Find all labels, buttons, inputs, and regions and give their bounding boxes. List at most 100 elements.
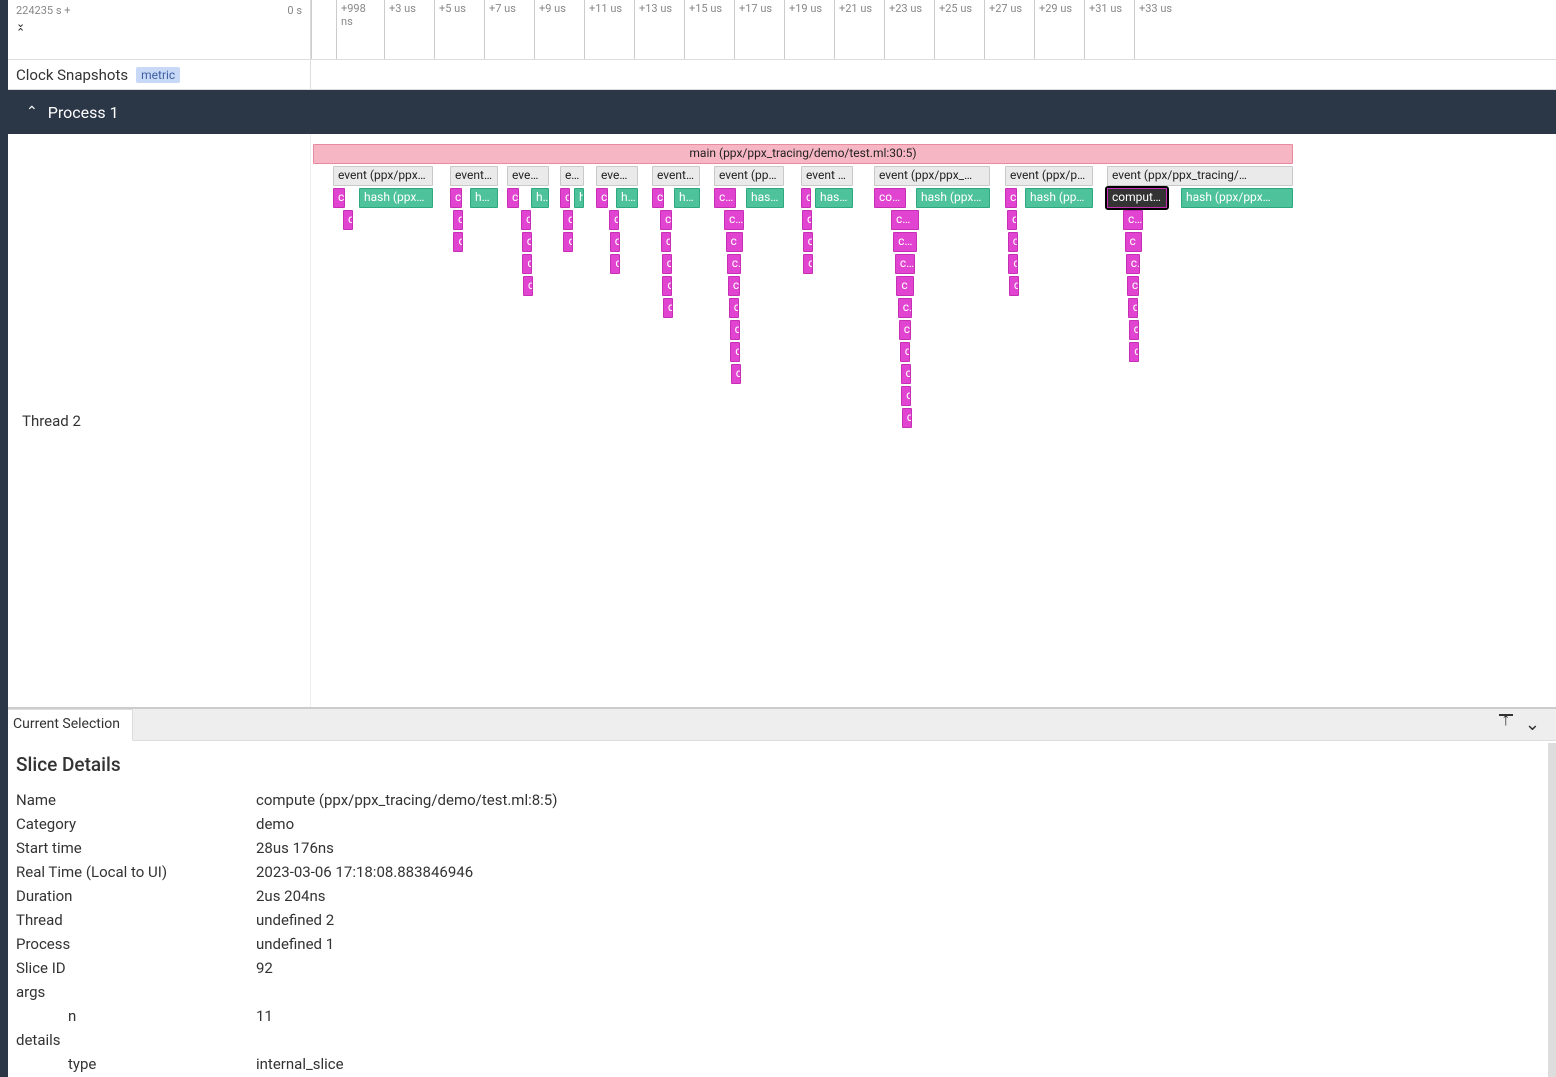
hash-span[interactable]: h [574,188,584,208]
compute-span[interactable]: c [1005,188,1017,208]
compute-span[interactable]: c [610,232,620,252]
compute-span[interactable]: c [523,276,533,296]
hash-span[interactable]: hash (ppx/… [1025,188,1093,208]
compute-span[interactable]: c [1128,298,1138,318]
hash-span[interactable]: h… [531,188,549,208]
compute-span[interactable]: c [609,210,619,230]
event-span[interactable]: event (ppx/ppx… [333,166,433,186]
clock-snapshots-row[interactable]: Clock Snapshots metric [8,60,1556,90]
timeline-ruler[interactable]: +998 ns+3 us+5 us+7 us+9 us+11 us+13 us+… [311,0,1556,59]
compute-span[interactable]: c [610,254,620,274]
compute-span[interactable]: c [901,386,911,406]
compute-span[interactable]: c [727,254,741,274]
flame-canvas[interactable]: main (ppx/ppx_tracing/demo/test.ml:30:5)… [311,134,1556,707]
detail-sub-value: internal_slice [256,1055,344,1073]
hash-span[interactable]: has… [470,188,498,208]
compute-span[interactable]: c [1129,320,1139,340]
compute-span[interactable]: c [803,232,813,252]
compute-span[interactable]: c [730,320,740,340]
event-span[interactable]: event (pp… [714,166,784,186]
collapse-up-icon[interactable]: ⌃ [16,28,302,37]
compute-span[interactable]: c [899,320,911,340]
compute-span[interactable]: com… [874,188,906,208]
thread-label-cell[interactable]: Thread 2 [8,134,311,707]
detail-value: 28us 176ns [256,839,334,857]
compute-span[interactable]: c [453,232,463,252]
compute-span[interactable]: c [522,254,532,274]
compute-span[interactable]: comput… [1107,188,1167,208]
ruler-tick: +5 us [434,0,484,59]
compute-span[interactable]: c [801,188,811,208]
compute-span[interactable]: c [802,210,812,230]
compute-span[interactable]: c [898,298,913,318]
compute-span[interactable]: c [661,232,671,252]
args-label: args [16,983,256,1001]
compute-span[interactable]: c [563,210,573,230]
event-span[interactable]: event… [507,166,549,186]
event-span[interactable]: eve… [560,166,584,186]
main-span[interactable]: main (ppx/ppx_tracing/demo/test.ml:30:5) [313,144,1293,164]
compute-span[interactable]: c [1008,254,1018,274]
hash-span[interactable]: hash (ppx… [916,188,990,208]
compute-span[interactable]: c [731,364,741,384]
compute-span[interactable]: c [1129,342,1139,362]
compute-span[interactable]: c [896,276,913,296]
compute-span[interactable]: co… [895,254,915,274]
compute-span[interactable]: c [901,364,911,384]
compute-span[interactable]: c… [652,188,664,208]
compute-span[interactable]: c [660,210,672,230]
compute-span[interactable]: c [662,276,672,296]
event-span[interactable]: event … [450,166,498,186]
hash-span[interactable]: ha… [616,188,638,208]
compute-span[interactable]: c… [507,188,519,208]
compute-span[interactable]: c [1008,232,1018,252]
compute-span[interactable]: c [803,254,813,274]
event-span[interactable]: event (ppx/pp… [1005,166,1093,186]
hash-span[interactable]: has… [674,188,700,208]
compute-span[interactable]: c [730,342,740,362]
hash-span[interactable]: hash (ppx… [359,188,433,208]
compute-span[interactable]: c [1127,276,1139,296]
compute-span[interactable]: co… [893,232,917,252]
event-span[interactable]: event (ppx/ppx_… [874,166,990,186]
compute-span[interactable]: c [560,188,570,208]
compute-span[interactable]: c [728,276,740,296]
compute-span[interactable]: co… [1123,210,1143,230]
compute-span[interactable]: c [521,210,531,230]
compute-span[interactable]: c [1007,210,1017,230]
compute-span[interactable]: c [563,232,573,252]
compute-span[interactable]: c [596,188,608,208]
event-span[interactable]: event … [652,166,700,186]
tab-current-selection[interactable]: Current Selection [0,709,133,741]
compute-span[interactable]: c [450,188,462,208]
collapse-process-icon[interactable]: ⌃ [26,108,38,117]
compute-span[interactable]: c [729,298,739,318]
compute-span[interactable]: c… [333,188,345,208]
ruler-tick: +25 us [934,0,984,59]
compute-span[interactable]: c [1009,276,1019,296]
compute-span[interactable]: c [1125,232,1142,252]
compute-span[interactable]: c [900,342,911,362]
compute-span[interactable]: c [522,232,532,252]
hash-span[interactable]: hash (… [815,188,853,208]
compute-span[interactable]: c [1126,254,1140,274]
compute-span[interactable]: c [663,298,673,318]
compute-span[interactable]: co… [724,210,744,230]
compute-span[interactable]: c [343,210,353,230]
hash-span[interactable]: hash… [746,188,784,208]
event-span[interactable]: event (ppx/ppx_tracing/… [1107,166,1293,186]
event-span[interactable]: event… [596,166,638,186]
compute-span[interactable]: c [662,254,672,274]
hash-span[interactable]: hash (ppx/ppx… [1181,188,1293,208]
compute-span[interactable]: co… [891,210,919,230]
compute-span[interactable]: c [902,408,912,428]
move-to-top-icon[interactable]: ↑ [1499,714,1513,735]
event-span[interactable]: event (p… [801,166,853,186]
compute-span[interactable]: c [726,232,743,252]
compute-span[interactable]: c [453,210,463,230]
expand-down-icon[interactable]: ⌄ [16,19,302,28]
scrollbar[interactable] [1548,743,1556,1077]
process-header[interactable]: ⌃ Process 1 [8,90,1556,134]
collapse-panel-icon[interactable]: ⌄ [1525,714,1540,735]
compute-span[interactable]: co… [714,188,736,208]
